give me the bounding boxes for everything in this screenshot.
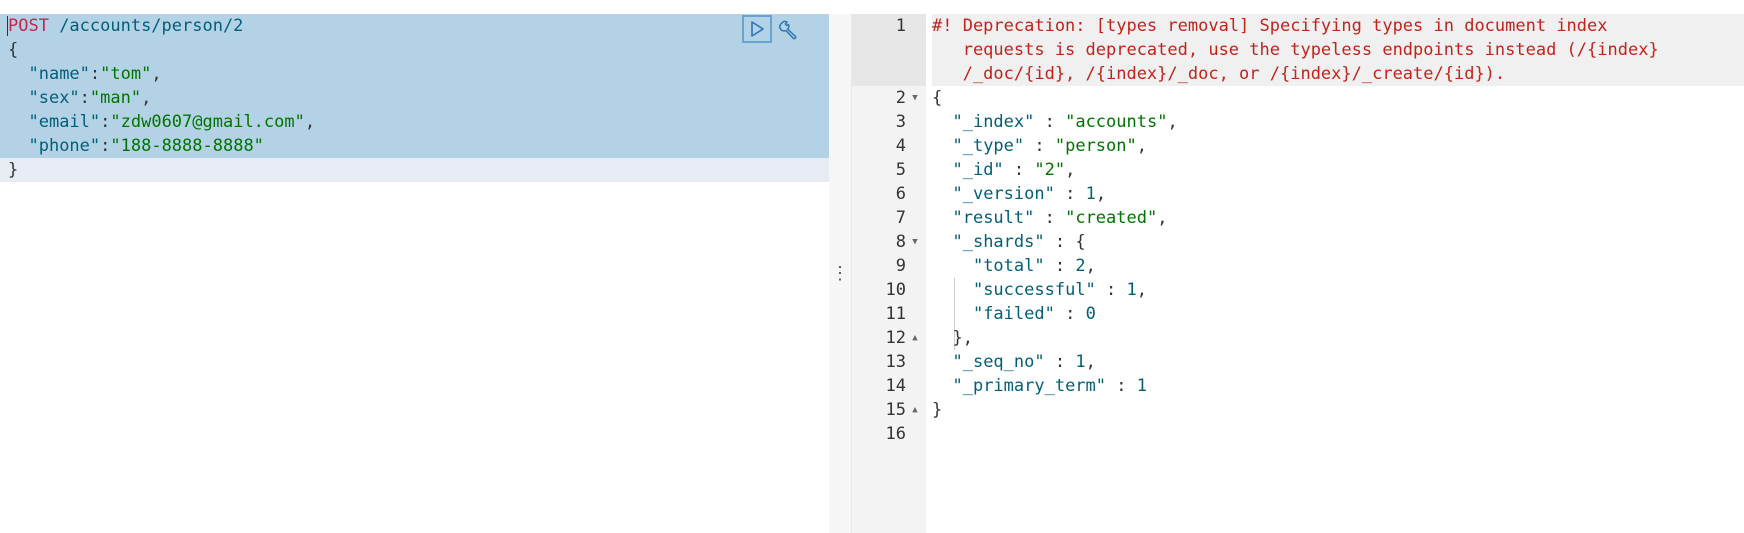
panel-resizer[interactable]: ⋮: [829, 14, 851, 533]
response-line: [932, 422, 1744, 446]
field-value: "188-8888-8888": [110, 136, 264, 156]
line-number: 16: [885, 424, 906, 444]
line-number-gutter: 1 2 ▼ 3 4 5 6 7 8 ▼ 9 10 11 12 ▲ 13 14 15 ▲ …: [852, 14, 926, 533]
response-line: "_primary_term" : 1: [952, 376, 1147, 396]
field-key: "phone": [28, 136, 101, 156]
request-line[interactable]: "sex":"man",: [8, 86, 315, 110]
open-brace: {: [8, 40, 19, 60]
response-line: },: [952, 328, 973, 348]
line-number: 15 ▲: [852, 398, 926, 422]
response-line: "successful" : 1,: [972, 280, 1147, 300]
line-number: 14: [885, 376, 906, 396]
request-url: /accounts/person/2: [48, 16, 244, 36]
line-number: 12 ▲: [852, 326, 926, 350]
close-brace: }: [8, 160, 19, 180]
field-key: "name": [28, 64, 90, 84]
field-value: "man": [89, 88, 142, 108]
request-line[interactable]: }: [8, 158, 315, 182]
line-number: 13: [885, 352, 906, 372]
response-line: "failed" : 0: [972, 304, 1096, 324]
response-line: "_index" : "accounts",: [952, 112, 1178, 132]
line-number: 1: [852, 14, 926, 86]
fold-end-icon[interactable]: ▲: [909, 398, 921, 422]
run-request-button[interactable]: [742, 15, 772, 43]
settings-button[interactable]: [774, 15, 804, 43]
response-panel[interactable]: 1 2 ▼ 3 4 5 6 7 8 ▼ 9 10 11 12 ▲ 13 14 15 ▲ …: [851, 14, 1744, 533]
request-line[interactable]: "email":"zdw0607@gmail.com",: [8, 110, 315, 134]
field-key: "email": [28, 112, 101, 132]
request-editor[interactable]: POST /accounts/person/2 { "name":"tom", …: [0, 14, 829, 533]
fold-collapse-icon[interactable]: ▼: [909, 230, 921, 254]
request-line[interactable]: POST /accounts/person/2: [8, 14, 315, 38]
play-icon: [751, 21, 764, 37]
response-line: "total" : 2,: [972, 256, 1096, 276]
line-number: 3: [895, 112, 906, 132]
line-number: 6: [895, 184, 906, 204]
response-line: "result" : "created",: [952, 208, 1168, 228]
request-line[interactable]: "phone":"188-8888-8888": [8, 134, 315, 158]
response-line: "_type" : "person",: [952, 136, 1147, 156]
http-method: POST: [8, 16, 49, 36]
request-line[interactable]: "name":"tom",: [8, 62, 315, 86]
field-value: "zdw0607@gmail.com": [110, 112, 305, 132]
response-line: "_seq_no" : 1,: [952, 352, 1096, 372]
line-number: 10: [885, 280, 906, 300]
response-line: "_version" : 1,: [952, 184, 1107, 204]
field-value: "tom": [100, 64, 152, 84]
response-line: }: [932, 400, 943, 420]
request-line[interactable]: {: [8, 38, 315, 62]
request-lines: POST /accounts/person/2 { "name":"tom", …: [8, 14, 315, 182]
line-number: 9: [895, 256, 906, 276]
line-number: 5: [895, 160, 906, 180]
drag-handle-icon: ⋮: [831, 263, 849, 284]
response-line: "_shards" : {: [952, 232, 1086, 252]
deprecation-warning: #! Deprecation: [types removal] Specifyi…: [932, 14, 1744, 86]
line-number: 8 ▼: [852, 230, 926, 254]
fold-end-icon[interactable]: ▲: [909, 326, 921, 350]
response-line: {: [932, 88, 943, 108]
response-lines: #! Deprecation: [types removal] Specifyi…: [932, 14, 1744, 446]
line-number: 4: [895, 136, 906, 156]
field-key: "sex": [28, 88, 80, 108]
fold-collapse-icon[interactable]: ▼: [909, 86, 921, 110]
response-line: "_id" : "2",: [952, 160, 1076, 180]
wrench-icon: [779, 20, 797, 40]
line-number: 7: [895, 208, 906, 228]
line-number: 2 ▼: [852, 86, 926, 110]
top-border: [0, 0, 1744, 15]
request-actions: [742, 14, 804, 44]
line-number: 11: [885, 304, 906, 324]
